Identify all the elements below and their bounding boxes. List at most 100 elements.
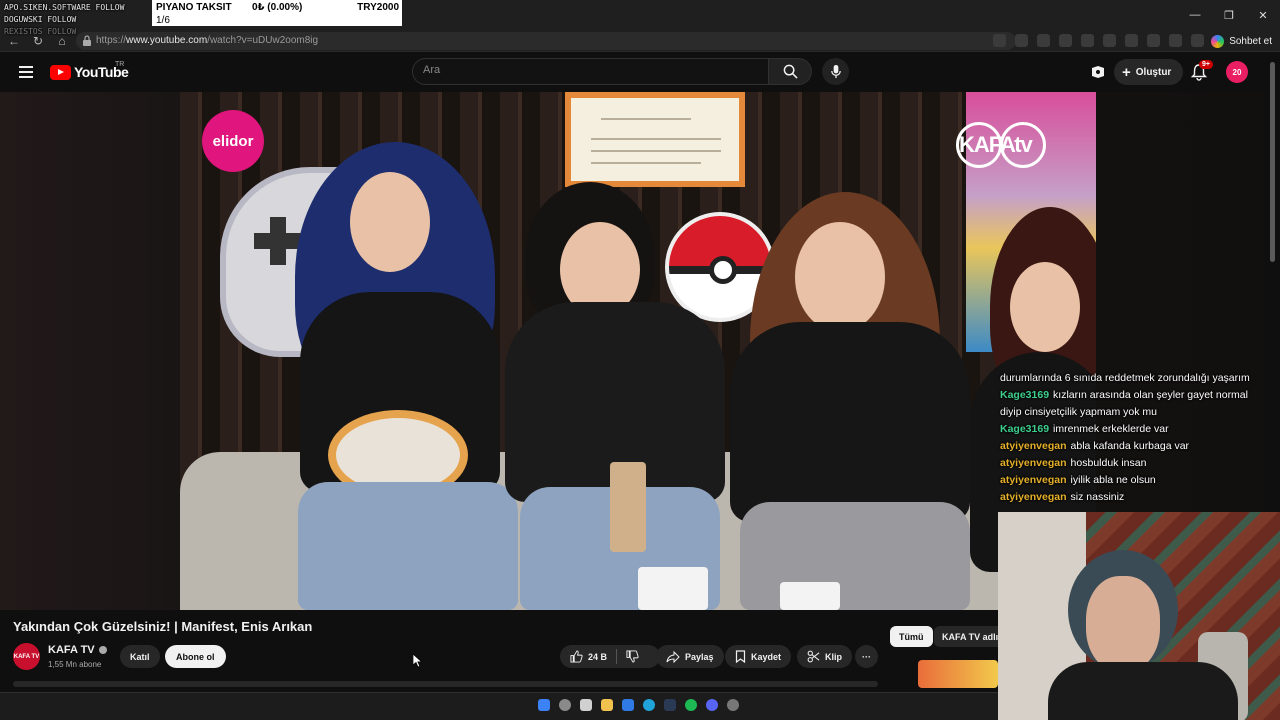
follow-line: APO.SIKEN.SOFTWARE FOLLOW (4, 3, 125, 12)
streamer-webcam (998, 512, 1280, 720)
address-bar[interactable]: https://www.youtube.com/watch?v=uDUw2oom… (76, 32, 1016, 50)
cast-icon[interactable] (1090, 64, 1106, 80)
share-icon (666, 650, 680, 663)
chat-text: kızların arasında olan şeyler gayet norm… (1053, 389, 1248, 401)
task-view-icon[interactable] (580, 699, 592, 711)
person-body (730, 322, 970, 522)
chat-text: abla kafanda kurbaga var (1070, 440, 1190, 452)
copilot-button[interactable]: Sohbet et (1211, 33, 1272, 49)
mug (638, 567, 708, 610)
chat-message: Kage3169 kızların arasında olan şeyler ga… (1000, 387, 1276, 404)
dislike-icon[interactable] (626, 650, 639, 663)
favorite-icon[interactable] (1015, 34, 1028, 47)
like-dislike-group: 24 B (560, 645, 660, 668)
edge-browser-icon[interactable] (643, 699, 655, 711)
scrollbar-thumb[interactable] (1270, 62, 1275, 262)
more-icon: ··· (862, 651, 871, 662)
mug (780, 582, 840, 610)
chat-message: atyiyenvegan siz nassiniz (1000, 489, 1276, 506)
minimize-icon[interactable]: — (1178, 0, 1212, 30)
plus-icon: + (1122, 63, 1131, 81)
windows-taskbar (0, 692, 998, 720)
search-icon[interactable] (559, 699, 571, 711)
search-box (412, 58, 769, 85)
obs-icon[interactable] (727, 699, 739, 711)
file-explorer-icon[interactable] (601, 699, 613, 711)
kafa-tv-watermark: KAFAtv (956, 122, 1046, 168)
video-title: Yakından Çok Güzelsiniz! | Manifest, Eni… (13, 619, 313, 634)
chat-text: siz nassiniz (1070, 491, 1125, 503)
reader-icon[interactable] (993, 34, 1006, 47)
ticker-change: 0₺ (0.00%) (252, 2, 303, 13)
chat-username: atyiyenvegan (1000, 457, 1067, 469)
recommended-video-thumbnail[interactable] (918, 660, 998, 688)
more-actions-button[interactable]: ··· (855, 645, 878, 668)
subscribe-button[interactable]: Abone ol (165, 645, 226, 668)
copilot-icon (1211, 34, 1225, 48)
chat-text: imrenmek erkeklerde var (1053, 423, 1169, 435)
youtube-play-icon (50, 64, 71, 80)
spotify-icon[interactable] (685, 699, 697, 711)
youtube-masthead: YouTube TR + Oluştur 9+ 20 (0, 52, 1264, 92)
verified-icon (98, 646, 107, 654)
chat-text: hosbulduk insan (1070, 457, 1147, 469)
window-controls: — ❐ ✕ (1178, 0, 1280, 30)
framed-certificate (565, 92, 745, 187)
search-button[interactable] (769, 58, 812, 85)
collections-icon[interactable] (1125, 34, 1138, 47)
scissors-icon (807, 650, 820, 663)
subscriber-count: 1,55 Mn abone (48, 660, 102, 669)
close-icon[interactable]: ✕ (1246, 0, 1280, 30)
person-jeans (298, 482, 518, 610)
stock-ticker: PIYANO TAKSIT 0₺ (0.00%) TRY2000 1/6 (152, 0, 402, 26)
chat-username: atyiyenvegan (1000, 491, 1067, 503)
search-input[interactable] (423, 64, 753, 76)
channel-name[interactable]: KAFA TV (48, 644, 107, 656)
video-player[interactable]: elidor KAFAtv (180, 92, 1096, 610)
chip-all[interactable]: Tümü (890, 626, 933, 647)
steam-icon[interactable] (664, 699, 676, 711)
extension-icon[interactable] (1081, 34, 1094, 47)
ticker-page: 1/6 (156, 15, 170, 26)
chat-text: iyilik abla ne olsun (1070, 474, 1156, 486)
join-button[interactable]: Katıl (120, 645, 160, 668)
browser-toolbar: ← ↻ ⌂ https://www.youtube.com/watch?v=uD… (0, 30, 1280, 52)
save-button[interactable]: Kaydet (725, 645, 792, 668)
follow-line: DOGUWSKI FOLLOW (4, 15, 77, 24)
mouse-cursor-icon (413, 654, 423, 668)
windows-start-icon[interactable] (538, 699, 550, 711)
description-box-edge[interactable] (13, 681, 878, 687)
region-code: TR (115, 61, 125, 68)
restore-icon[interactable]: ❐ (1212, 0, 1246, 30)
channel-avatar[interactable]: KAFA TV (13, 643, 40, 670)
create-button[interactable]: + Oluştur (1114, 59, 1184, 85)
person-face (795, 222, 885, 332)
account-avatar[interactable]: 20 (1226, 61, 1248, 83)
chat-message: atyiyenvegan hosbulduk insan (1000, 455, 1276, 472)
profile-icon[interactable] (1169, 34, 1182, 47)
stream-chat-overlay: durumlarında 6 sınıda reddetmek zorundal… (1000, 370, 1276, 506)
search-icon (783, 64, 798, 79)
share-button[interactable]: Paylaş (656, 645, 724, 668)
extension-icon[interactable] (1059, 34, 1072, 47)
hamburger-menu-icon[interactable] (19, 66, 33, 78)
extension-icon[interactable] (1103, 34, 1116, 47)
chat-text: diyip cinsiyetçilik yapmam yok mu (1000, 406, 1157, 418)
like-icon[interactable] (570, 650, 583, 663)
chat-message: diyip cinsiyetçilik yapmam yok mu (1000, 404, 1276, 421)
follow-line: REXISTOS FOLLOW (4, 27, 77, 36)
like-count[interactable]: 24 B (588, 652, 607, 662)
chat-message: Kage3169 imrenmek erkeklerde var (1000, 421, 1276, 438)
discord-icon[interactable] (706, 699, 718, 711)
favorites-bar-icon[interactable] (1147, 34, 1160, 47)
chip-channel[interactable]: KAFA TV adlı (934, 626, 998, 647)
follow-alerts: APO.SIKEN.SOFTWARE FOLLOW DOGUWSKI FOLLO… (4, 2, 124, 38)
voice-search-button[interactable] (822, 58, 849, 85)
ticker-symbol: PIYANO TAKSIT (156, 2, 232, 13)
chat-username: Kage3169 (1000, 423, 1050, 435)
extension-icon[interactable] (1037, 34, 1050, 47)
store-icon[interactable] (622, 699, 634, 711)
clip-button[interactable]: Klip (797, 645, 852, 668)
extension-icons (993, 34, 1204, 47)
more-icon[interactable] (1191, 34, 1204, 47)
